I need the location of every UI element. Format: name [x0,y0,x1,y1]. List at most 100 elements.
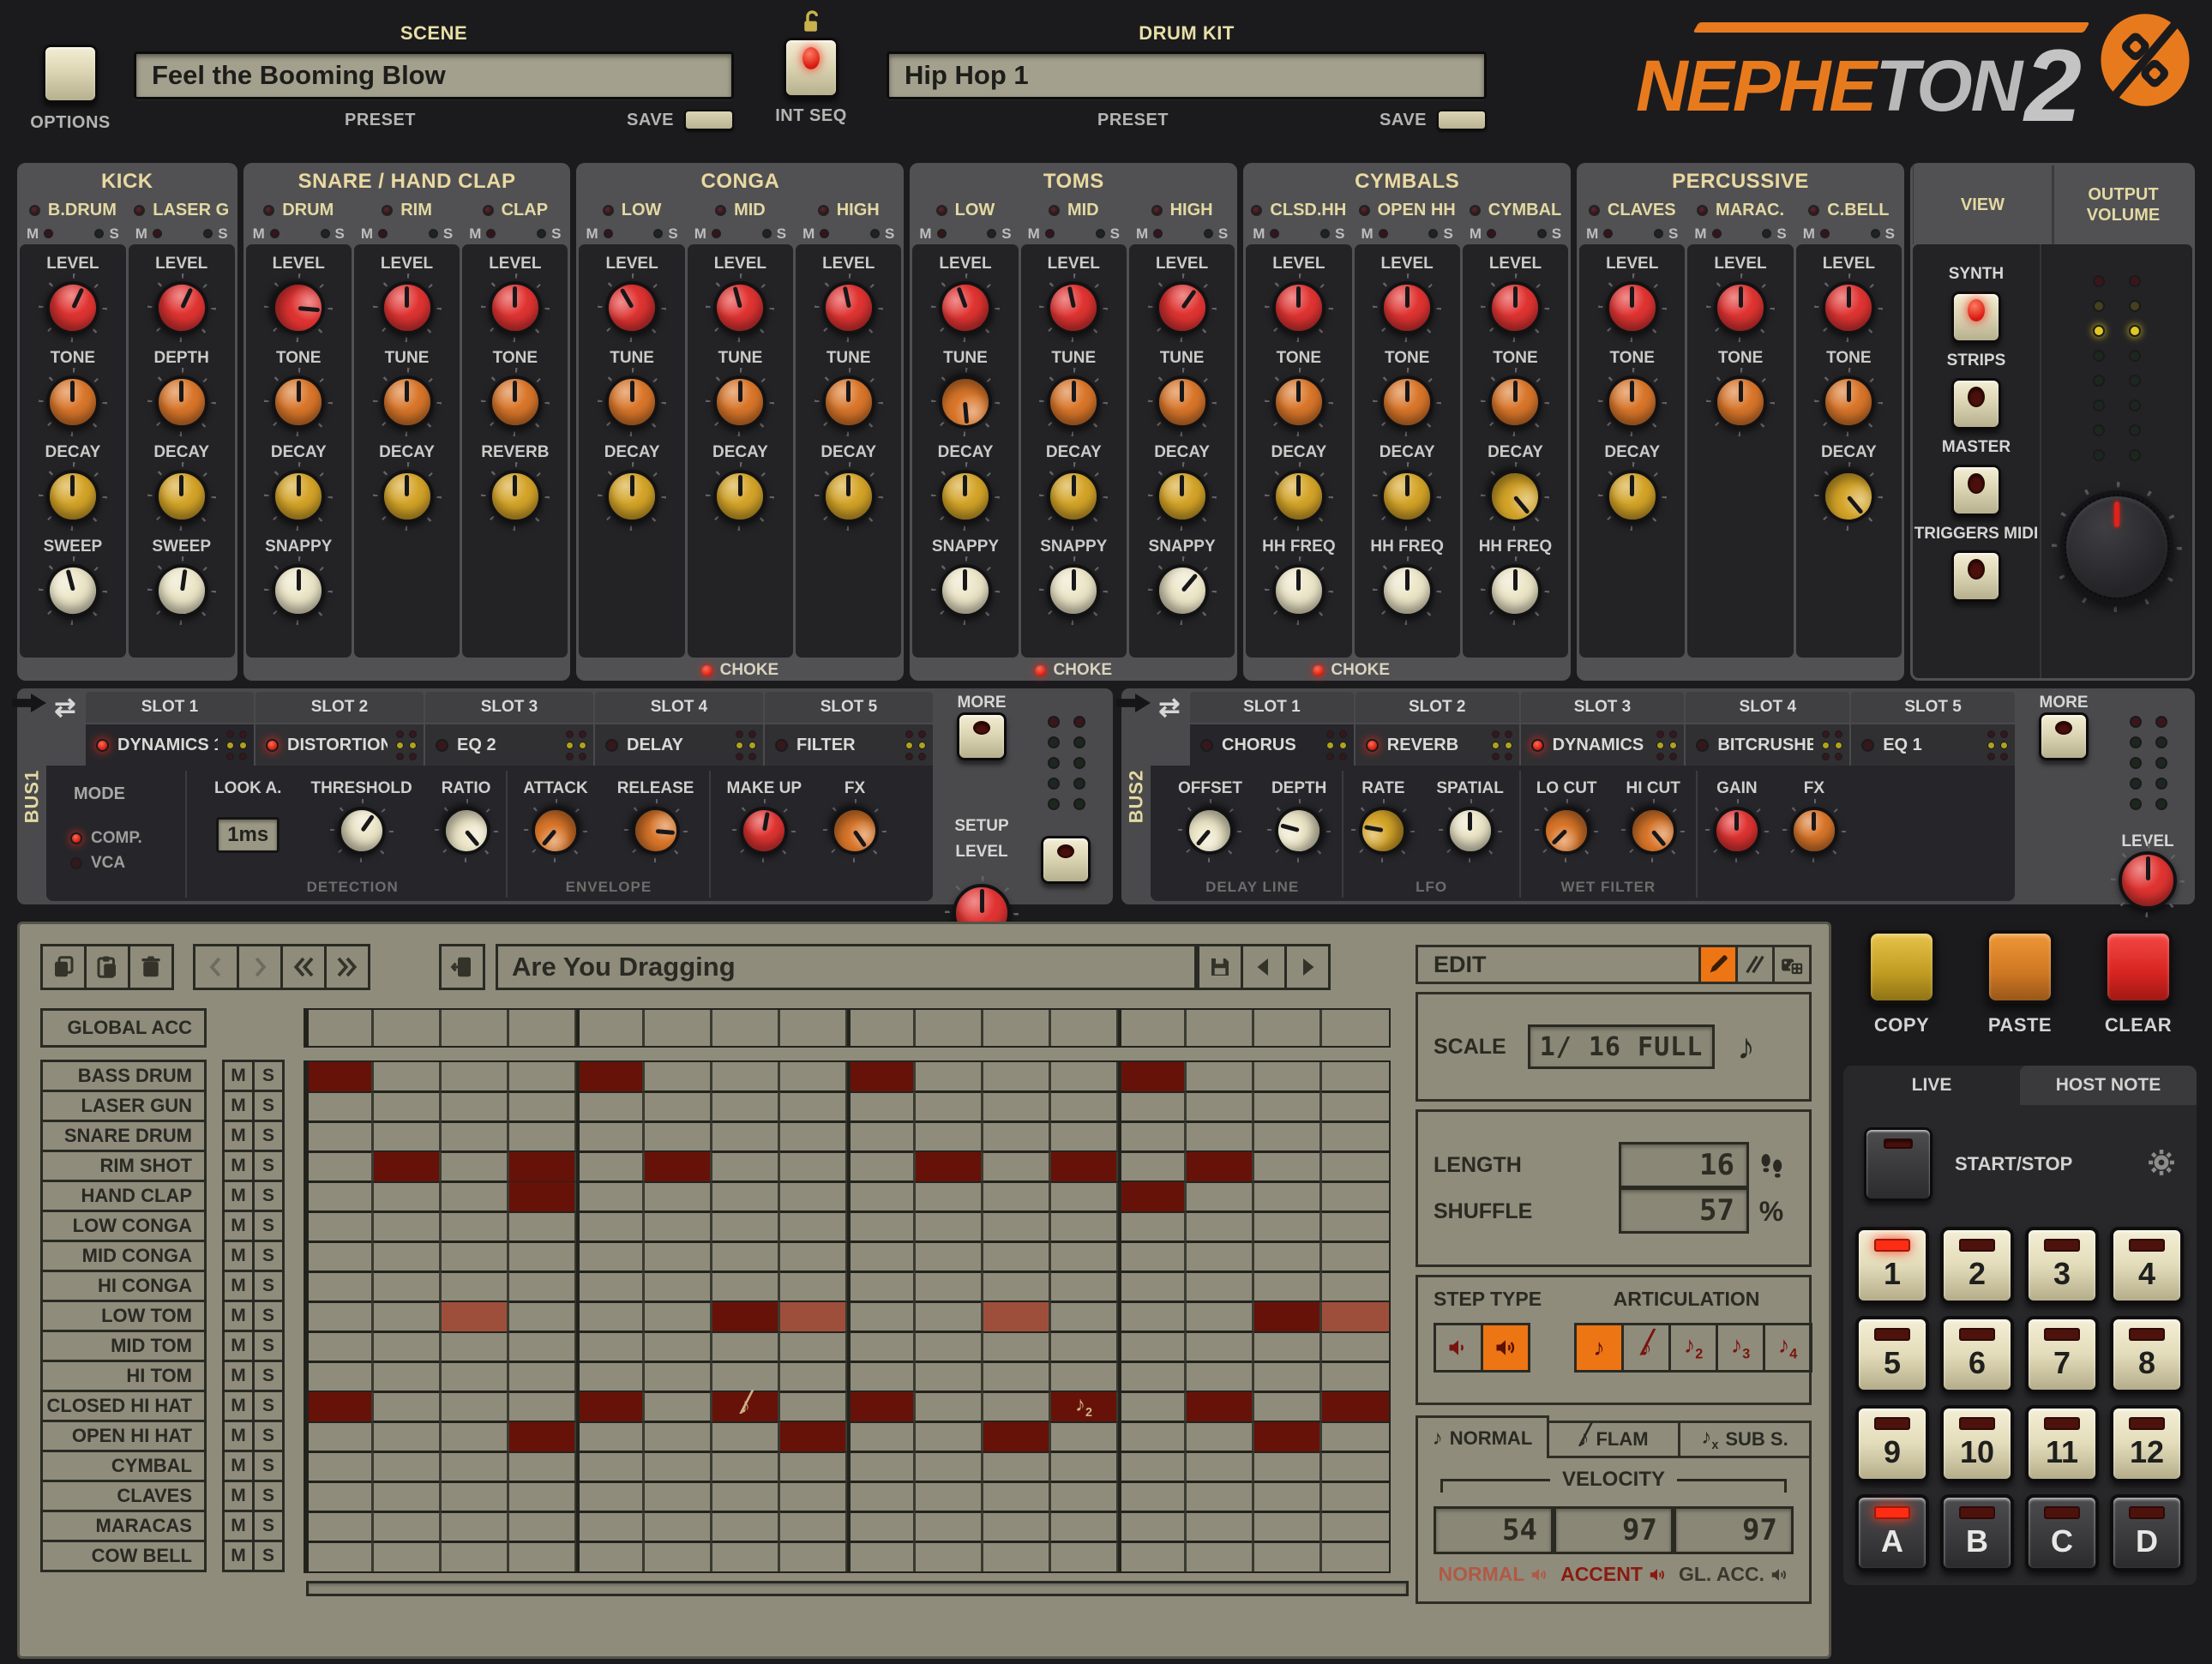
step-cell[interactable] [1253,1512,1321,1541]
step-cell[interactable] [441,1182,508,1211]
step-cell[interactable] [644,1182,712,1211]
spk-quiet-button[interactable] [1434,1323,1483,1373]
step-cell[interactable] [847,1452,915,1481]
step-cell[interactable] [983,1482,1050,1511]
hh-freq-knob[interactable] [1380,564,1434,617]
row-solo-button[interactable]: S [252,1540,285,1572]
tab-flam[interactable]: ♪╱FLAM [1547,1421,1680,1458]
step-cell[interactable] [915,1392,983,1421]
step-cell[interactable] [1118,1542,1186,1571]
channel-header-clap[interactable]: CLAP [462,197,568,223]
step-cell[interactable] [779,1242,847,1271]
row-mute-button[interactable]: M [222,1390,255,1422]
step-cell[interactable] [508,1422,576,1451]
step-cell[interactable] [373,1062,441,1091]
step-cell[interactable] [373,1422,441,1451]
more-button[interactable] [2039,712,2089,760]
row-solo-button[interactable]: S [252,1330,285,1362]
shuffle-display[interactable]: 57 [1619,1187,1749,1234]
step-cell[interactable] [441,1062,508,1091]
step-cell[interactable] [983,1512,1050,1541]
step-cell[interactable] [983,1010,1050,1046]
next-pattern-button[interactable] [237,944,283,990]
row-mute-button[interactable]: M [222,1360,255,1392]
fx-module-eq-1[interactable]: EQ 1 [1851,724,2015,766]
step-cell[interactable] [983,1452,1050,1481]
channel-header-c-bell[interactable]: C.BELL [1796,197,1902,223]
step-cell[interactable] [1253,1242,1321,1271]
step-cell[interactable] [305,1362,373,1391]
look-a-display[interactable]: 1ms [216,817,280,853]
step-cell[interactable] [847,1212,915,1241]
step-cell[interactable] [1118,1272,1186,1301]
mute-button[interactable]: M [1361,225,1388,243]
step-cell[interactable] [1118,1302,1186,1331]
step-cell[interactable] [305,1152,373,1181]
step-cell[interactable] [576,1332,644,1361]
step-cell[interactable] [1321,1302,1389,1331]
row-solo-button[interactable]: S [252,1060,285,1092]
row-mute-button[interactable]: M [222,1420,255,1452]
pattern-pad-4[interactable]: 4 [2110,1227,2184,1304]
step-cell[interactable] [779,1152,847,1181]
step-cell[interactable] [712,1010,779,1046]
row-label-hi-tom[interactable]: HI TOM [40,1360,207,1392]
step-cell[interactable] [847,1092,915,1121]
decay-knob[interactable] [1822,470,1875,523]
step-cell[interactable] [373,1482,441,1511]
spk-loud-button[interactable] [1481,1323,1530,1373]
step-cell[interactable] [983,1212,1050,1241]
step-cell[interactable] [644,1302,712,1331]
step-cell[interactable] [644,1362,712,1391]
tune-knob[interactable] [1047,375,1100,429]
row-label-mid-conga[interactable]: MID CONGA [40,1240,207,1272]
step-cell[interactable] [847,1062,915,1091]
tone-knob[interactable] [1822,375,1875,429]
step-cell[interactable] [576,1302,644,1331]
step-cell[interactable] [1321,1542,1389,1571]
slot-tab-slot-4[interactable]: SLOT 4 [1686,692,1849,723]
step-cell[interactable] [576,1392,644,1421]
step-cell[interactable] [1186,1182,1253,1211]
step-cell[interactable] [644,1422,712,1451]
step-cell[interactable] [915,1482,983,1511]
pattern-pad-3[interactable]: 3 [2025,1227,2099,1304]
step-cell[interactable] [1050,1010,1118,1046]
fx-module-distortion[interactable]: DISTORTION [255,724,424,766]
slot-tab-slot-1[interactable]: SLOT 1 [86,692,254,723]
row-label-cow-bell[interactable]: COW BELL [40,1540,207,1572]
row-solo-button[interactable]: S [252,1180,285,1212]
gain-knob[interactable] [1713,807,1761,855]
step-cell[interactable] [373,1542,441,1571]
view-synth-button[interactable] [1951,291,2001,343]
step-cell[interactable] [1186,1122,1253,1151]
step-cell[interactable] [373,1392,441,1421]
scale-display[interactable]: 1/ 16 FULL [1528,1024,1715,1069]
step-cell[interactable] [576,1542,644,1571]
step-cell[interactable] [508,1362,576,1391]
pattern-next-button[interactable] [1284,944,1331,990]
slot-tab-slot-3[interactable]: SLOT 3 [425,692,593,723]
channel-header-cymbal[interactable]: CYMBAL [1463,197,1568,223]
step-cell[interactable] [576,1182,644,1211]
step-cell[interactable] [983,1092,1050,1121]
step-cell[interactable] [1050,1272,1118,1301]
step-cell[interactable] [1321,1062,1389,1091]
slot-tab-slot-5[interactable]: SLOT 5 [1851,692,2015,723]
lock-open-icon[interactable] [797,0,825,38]
fx-module-dynamics-2[interactable]: DYNAMICS 2 [1521,724,1685,766]
mute-button[interactable]: M [27,225,53,243]
slot-tab-slot-2[interactable]: SLOT 2 [255,692,424,723]
articulation-note4-button[interactable]: ♪4 [1763,1323,1812,1373]
articulation-note-button[interactable]: ♪ [1574,1323,1624,1373]
decay-knob[interactable] [1272,470,1325,523]
step-cell[interactable] [644,1152,712,1181]
step-cell[interactable] [644,1212,712,1241]
step-cell[interactable] [1118,1512,1186,1541]
row-label-rim-shot[interactable]: RIM SHOT [40,1150,207,1182]
step-cell[interactable] [915,1272,983,1301]
eraser-tool-button[interactable] [1735,945,1775,984]
step-cell[interactable] [508,1152,576,1181]
level-knob[interactable] [1606,281,1659,334]
step-cell[interactable] [576,1512,644,1541]
